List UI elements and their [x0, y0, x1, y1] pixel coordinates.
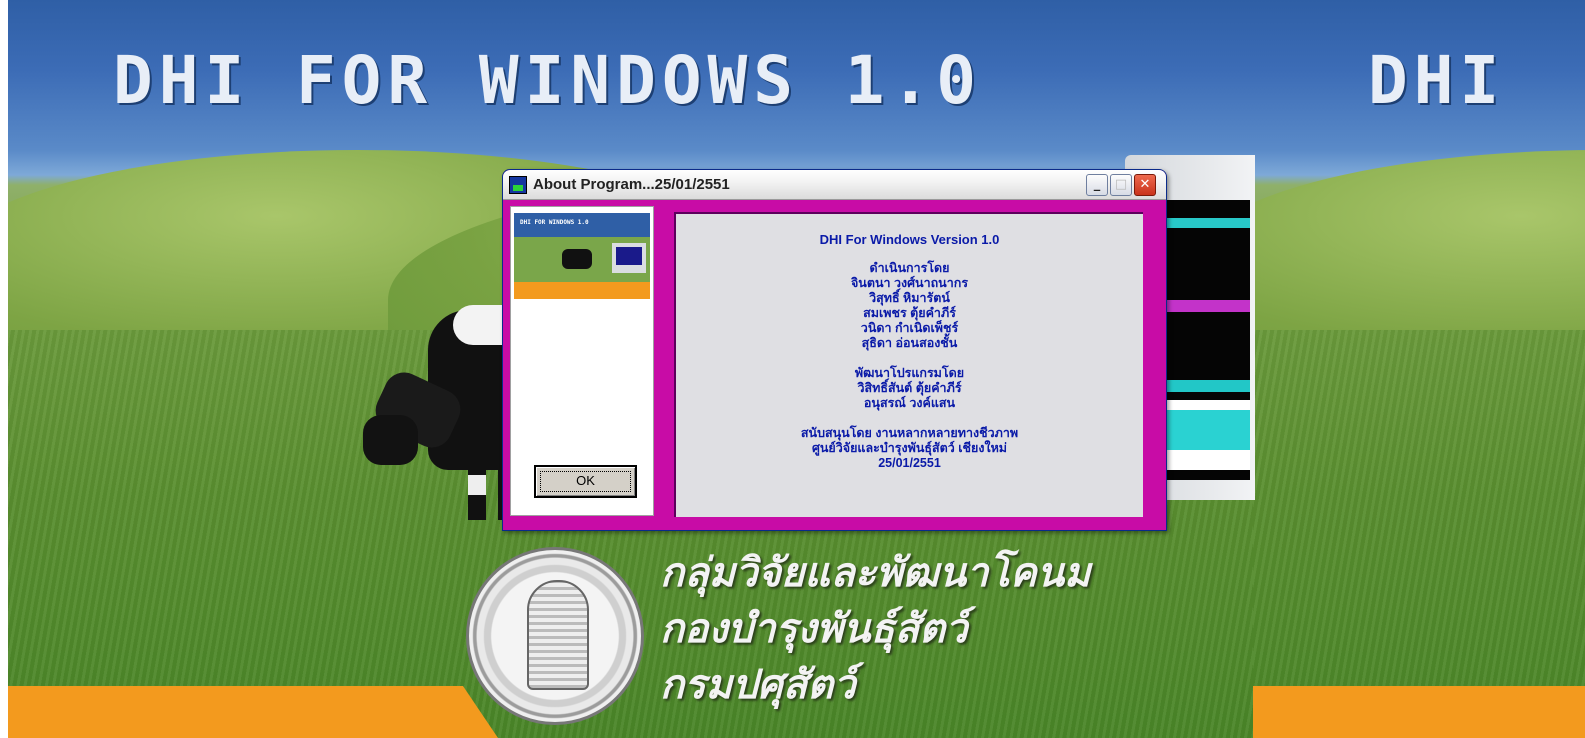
research-center: ศูนย์วิจัยและบำรุงพันธุ์สัตว์ เชียงใหม่ [811, 441, 1008, 455]
credits-text: DHI For Windows Version 1.0 ดำเนินการโดย… [676, 232, 1143, 471]
version-heading: DHI For Windows Version 1.0 [819, 232, 1000, 247]
release-date: 25/01/2551 [878, 456, 941, 470]
close-button[interactable]: ✕ [1134, 174, 1156, 196]
developer-name: วิสิทธิ์สันต์ ตุ้ยคำภีร์ [857, 381, 962, 395]
about-dialog: About Program...25/01/2551 _ □ ✕ DHI FOR… [502, 169, 1167, 531]
wallpaper-right: DHI [1253, 0, 1585, 738]
dialog-title: About Program...25/01/2551 [533, 176, 730, 193]
credit-name: สมเพชร ตุ้ยคำภีร์ [863, 306, 956, 320]
thumbnail-title: DHI FOR WINDOWS 1.0 [520, 219, 589, 226]
slogan-line: กรมปศุสัตว์ [660, 662, 856, 708]
wallpaper-title: DHI FOR WINDOWS 1.0 [113, 42, 982, 119]
slogan-line: กองบำรุงพันธุ์สัตว์ [660, 606, 968, 652]
operated-by-label: ดำเนินการโดย [869, 261, 950, 275]
developed-by-label: พัฒนาโปรแกรมโดย [854, 366, 965, 380]
grass-field [1253, 330, 1585, 738]
wallpaper-slogan: กลุ่มวิจัยและพัฒนาโคนม กองบำรุงพันธุ์สัต… [660, 545, 1090, 713]
orange-banner [1253, 686, 1585, 738]
department-seal-icon [466, 547, 644, 725]
credit-name: วนิดา กำเนิดเพ็ชร์ [860, 321, 959, 335]
credit-name: จินตนา วงศ์นาถนากร [850, 276, 969, 290]
splash-thumbnail: DHI FOR WINDOWS 1.0 [514, 213, 650, 299]
maximize-button[interactable]: □ [1110, 174, 1132, 196]
developer-name: อนุสรณ์ วงค์แสน [863, 396, 956, 410]
minimize-button[interactable]: _ [1086, 174, 1108, 196]
wallpaper-title-partial: DHI [1368, 42, 1506, 119]
credit-name: สุธิดา อ่อนสองชั้น [861, 336, 958, 350]
app-icon[interactable] [509, 176, 527, 194]
dialog-titlebar[interactable]: About Program...25/01/2551 _ □ ✕ [503, 170, 1166, 200]
supported-by: สนับสนุนโดย งานหลากหลายทางชีวภาพ [800, 426, 1019, 440]
dialog-left-pane: DHI FOR WINDOWS 1.0 OK [510, 206, 654, 516]
credits-panel: DHI For Windows Version 1.0 ดำเนินการโดย… [674, 212, 1143, 517]
ok-button[interactable]: OK [534, 465, 637, 498]
orange-banner [8, 686, 498, 738]
credit-name: วิสุทธิ์ หิมารัตน์ [869, 291, 950, 305]
slogan-line: กลุ่มวิจัยและพัฒนาโคนม [660, 550, 1091, 596]
